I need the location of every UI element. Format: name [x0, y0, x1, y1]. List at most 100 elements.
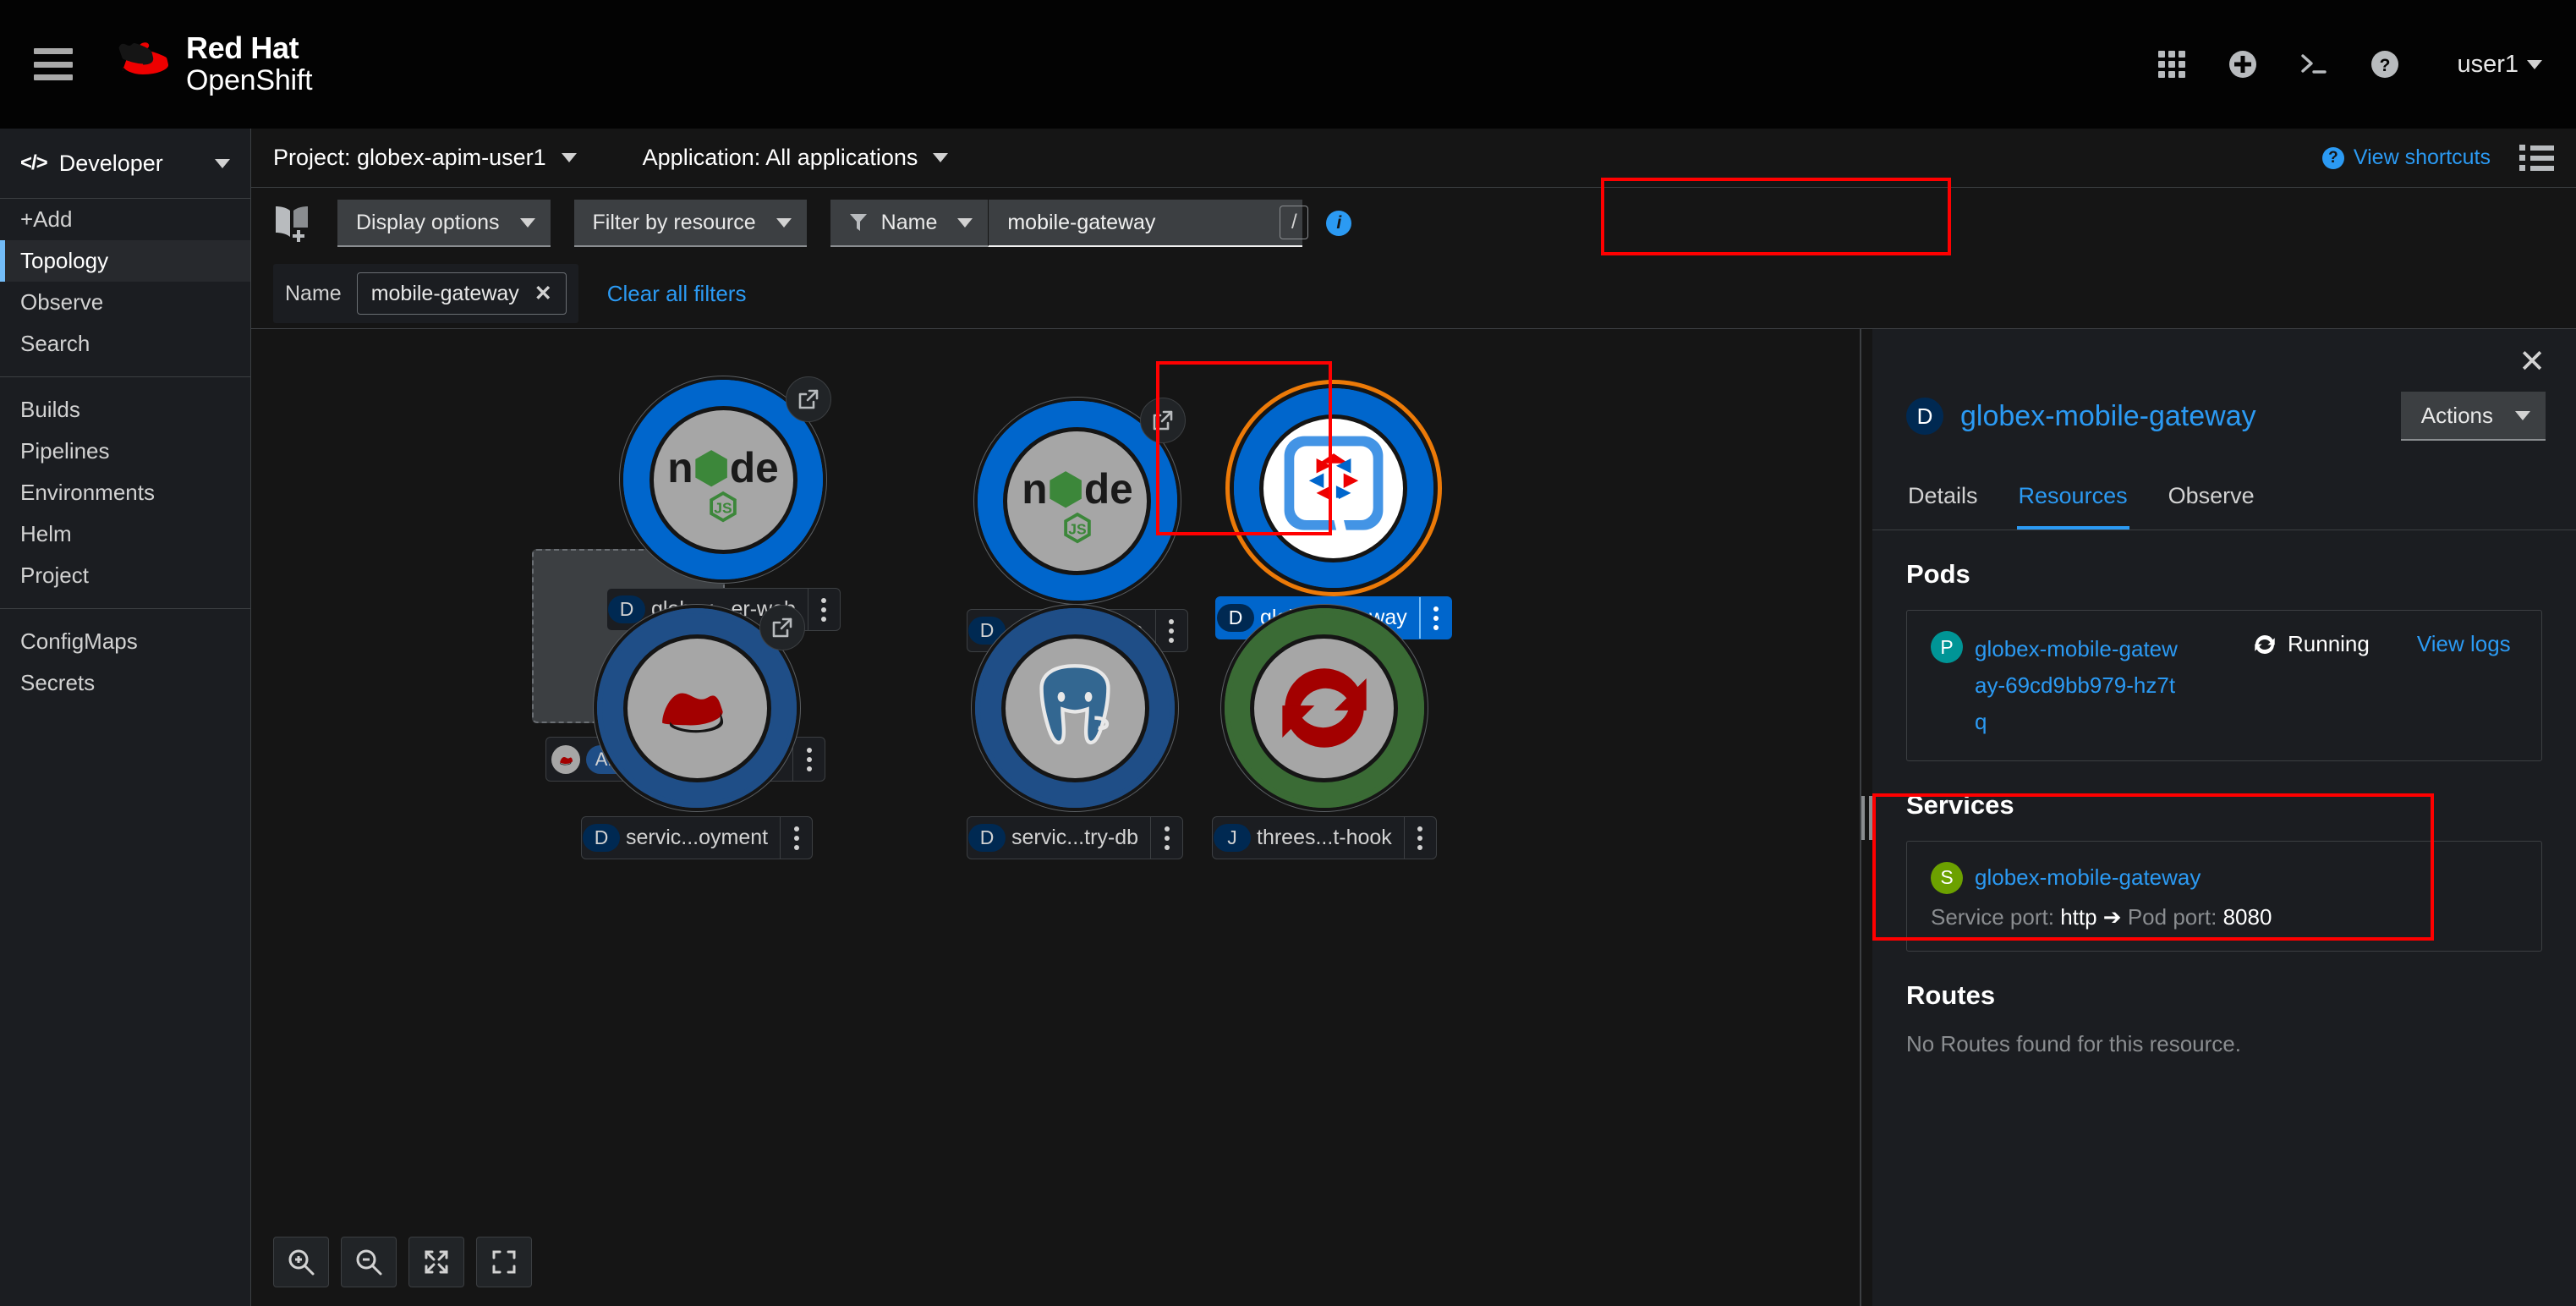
list-view-toggle-icon[interactable] — [2519, 145, 2554, 171]
name-filter-dropdown[interactable]: Name — [830, 200, 989, 247]
application-launcher-icon[interactable] — [2152, 45, 2191, 84]
node-icon-disc — [1005, 638, 1145, 778]
view-shortcuts-link[interactable]: ? View shortcuts — [2321, 145, 2491, 170]
external-link-decorator-icon[interactable] — [759, 605, 806, 650]
node-label[interactable]: Dservic...try-db — [967, 816, 1184, 859]
svg-text:JS: JS — [1068, 520, 1086, 537]
filter-by-resource-dropdown[interactable]: Filter by resource — [573, 200, 807, 247]
sidebar-item-helm[interactable]: Helm — [0, 513, 250, 555]
pods-card: P globex-mobile-gateway-69cd9bb979-hz7tq… — [1906, 610, 2542, 761]
project-selector[interactable]: Project: globex-apim-user1 — [273, 145, 577, 171]
fit-to-screen-button[interactable] — [408, 1237, 464, 1287]
node-icon-disc: n⬢de JS — [1007, 431, 1148, 571]
services-card: S globex-mobile-gateway Service port: ht… — [1906, 840, 2542, 952]
plus-circle-icon[interactable] — [2223, 45, 2262, 84]
close-icon[interactable]: ✕ — [2518, 346, 2546, 378]
node-circle[interactable] — [975, 608, 1176, 808]
perspective-switcher[interactable]: </> Developer — [0, 129, 250, 199]
chip-group-label: Name — [285, 281, 342, 305]
reset-view-button[interactable] — [476, 1237, 532, 1287]
info-icon[interactable]: i — [1326, 211, 1352, 236]
external-link-decorator-icon[interactable] — [786, 376, 832, 422]
node-circle[interactable]: n⬢de JS — [977, 398, 1186, 601]
service-port-info: Service port: http ➔ Pod port: 8080 — [1931, 904, 2518, 930]
sidebar-item-topology[interactable]: Topology — [0, 240, 250, 282]
topology-canvas-wrap[interactable]: AR service-registry n⬢deJSDglobex...er-w… — [251, 329, 1861, 1306]
pod-status: Running — [2252, 631, 2370, 657]
panel-title[interactable]: globex-mobile-gateway — [1960, 400, 2384, 433]
topology-canvas[interactable]: AR service-registry n⬢deJSDglobex...er-w… — [251, 329, 1860, 1306]
globex-web-node[interactable]: n⬢de JS Dglobex...er-web — [606, 376, 841, 631]
navigation-toggle-icon[interactable] — [34, 48, 73, 80]
tab-details[interactable]: Details — [1906, 469, 1980, 530]
service-badge: S — [1931, 861, 1963, 894]
filter-chip: mobile-gateway ✕ — [356, 272, 567, 315]
sidebar-item-label: Search — [20, 331, 90, 356]
tab-resources[interactable]: Resources — [2016, 469, 2129, 530]
chip-remove-icon[interactable]: ✕ — [534, 281, 552, 306]
services-section: Services S globex-mobile-gateway Service… — [1872, 790, 2542, 952]
view-shortcuts-label: View shortcuts — [2353, 145, 2491, 169]
node-circle[interactable] — [597, 605, 806, 808]
panel-body[interactable]: Pods P globex-mobile-gateway-69cd9bb979-… — [1872, 530, 2576, 1306]
node-label[interactable]: Jthrees...t-hook — [1212, 816, 1437, 859]
redhat-icon — [662, 693, 724, 733]
tab-observe[interactable]: Observe — [2167, 469, 2256, 530]
display-options-dropdown[interactable]: Display options — [337, 200, 551, 247]
pod-row: P globex-mobile-gateway-69cd9bb979-hz7tq… — [1931, 631, 2518, 740]
brand-logo[interactable]: Red Hat OpenShift — [107, 31, 313, 97]
actions-dropdown[interactable]: Actions — [2400, 392, 2546, 441]
application-selector[interactable]: Application: All applications — [643, 145, 949, 171]
chevron-down-icon — [2515, 410, 2530, 420]
sidebar-item-project[interactable]: Project — [0, 555, 250, 596]
node-kebab-icon[interactable] — [1403, 817, 1436, 859]
zoom-in-button[interactable] — [273, 1237, 329, 1287]
sidebar-item-label: Helm — [20, 521, 72, 546]
perspective-label: Developer — [58, 150, 163, 176]
globex-mobile-gateway-node[interactable]: Dglobex...ateway — [1215, 388, 1452, 639]
node-circle[interactable] — [1233, 388, 1433, 588]
clear-all-filters-link[interactable]: Clear all filters — [607, 281, 747, 307]
sidebar-item-search[interactable]: Search — [0, 323, 250, 365]
port-arrow-icon: ➔ — [2102, 903, 2122, 930]
node-circle[interactable] — [1224, 608, 1424, 808]
node-kebab-icon[interactable] — [780, 817, 812, 859]
chevron-down-icon — [776, 217, 792, 228]
help-icon[interactable]: ? — [2365, 45, 2404, 84]
node-circle[interactable]: n⬢de JS — [623, 376, 832, 579]
terminal-icon[interactable] — [2294, 45, 2333, 84]
panel-resize-handle[interactable] — [1861, 329, 1872, 1306]
sidebar-item-builds[interactable]: Builds — [0, 389, 250, 431]
sidebar-item-observe[interactable]: Observe — [0, 282, 250, 323]
sidebar-item-environments[interactable]: Environments — [0, 472, 250, 513]
main-content: Project: globex-apim-user1 Application: … — [251, 129, 2576, 1306]
node-kebab-icon[interactable] — [1150, 817, 1182, 859]
filter-by-resource-label: Filter by resource — [592, 210, 756, 234]
sidebar-item-add[interactable]: +Add — [0, 199, 250, 240]
zoom-out-button[interactable] — [341, 1237, 397, 1287]
sidebar-item-label: +Add — [20, 206, 73, 232]
external-link-decorator-icon[interactable] — [1139, 398, 1186, 443]
sidebar-item-secrets[interactable]: Secrets — [0, 662, 250, 704]
service-registry-db-node[interactable]: Dservic...try-db — [967, 608, 1184, 859]
threescale-hook-node[interactable]: Jthrees...t-hook — [1212, 608, 1437, 859]
pod-name-link[interactable]: globex-mobile-gateway-69cd9bb979-hz7tq — [1975, 631, 2184, 740]
sidebar: </> Developer +Add Topology Observe Search B… — [0, 129, 251, 1306]
resource-kind-badge: D — [967, 817, 1006, 859]
node-label[interactable]: Dservic...oyment — [581, 816, 814, 859]
panel-close-row: ✕ — [1872, 329, 2576, 378]
name-filter-label: Name — [880, 210, 938, 234]
sidebar-item-label: Project — [20, 562, 89, 588]
sidebar-item-configmaps[interactable]: ConfigMaps — [0, 621, 250, 662]
view-logs-link[interactable]: View logs — [2417, 631, 2511, 657]
brand-line-2: OpenShift — [186, 64, 313, 97]
user-menu[interactable]: user1 — [2457, 51, 2542, 79]
service-name-link[interactable]: globex-mobile-gateway — [1975, 864, 2201, 891]
search-input[interactable] — [1007, 210, 1280, 235]
filter-chips-row: Name mobile-gateway ✕ Clear all filters — [251, 259, 2576, 328]
node-icon-disc — [1254, 638, 1395, 778]
service-deployment-node[interactable]: Dservic...oyment — [581, 605, 814, 859]
sidebar-item-pipelines[interactable]: Pipelines — [0, 431, 250, 472]
name-chip-group: Name mobile-gateway ✕ — [273, 264, 578, 323]
quick-starts-icon[interactable] — [273, 204, 310, 243]
